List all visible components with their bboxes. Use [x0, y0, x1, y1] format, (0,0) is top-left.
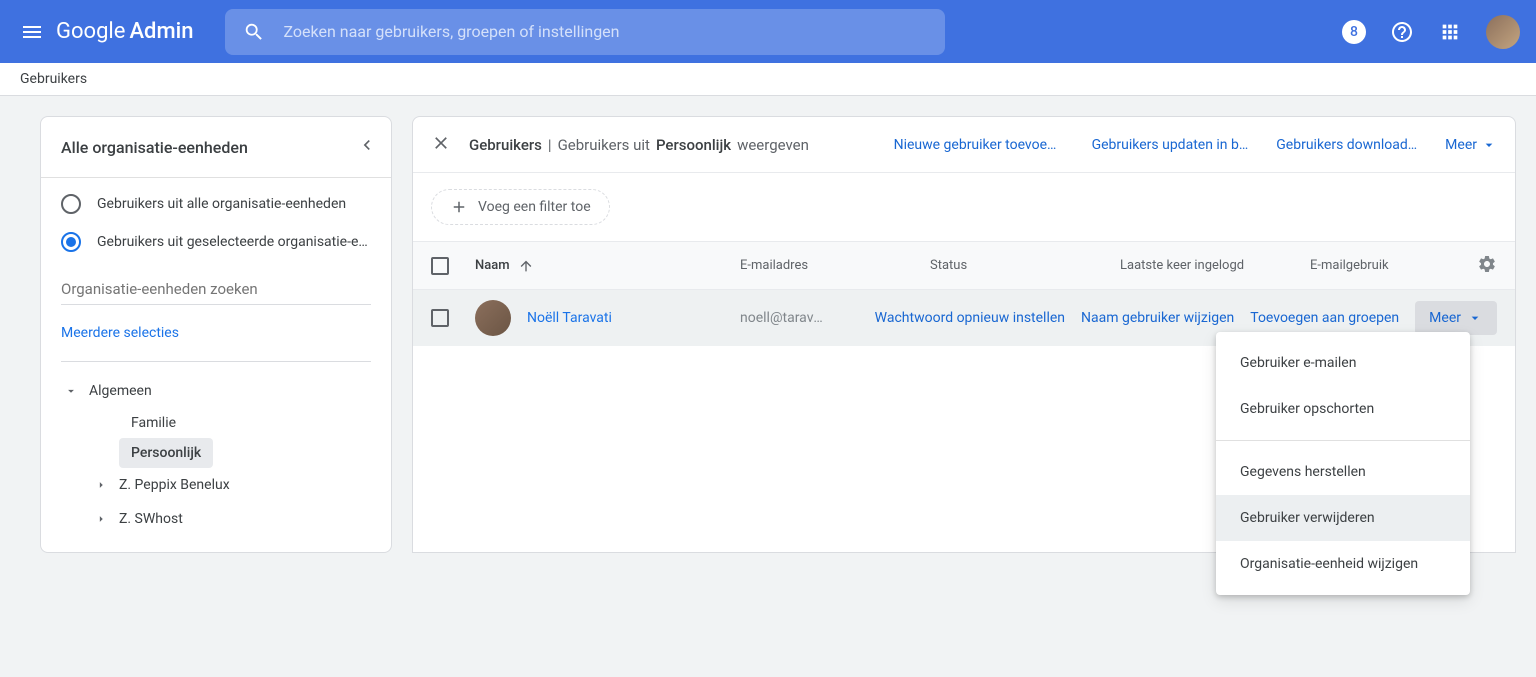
add-to-groups-link[interactable]: Toevoegen aan groepen [1250, 310, 1399, 326]
table-header: Naam E-mailadres Status Laatste keer ing… [413, 242, 1515, 290]
user-avatar [475, 300, 511, 336]
tree-item-label: Z. SWhost [119, 511, 183, 527]
search-icon [243, 21, 265, 43]
caret-down-icon [1481, 137, 1497, 153]
dropdown-restore-data[interactable]: Gegevens herstellen [1216, 449, 1470, 495]
close-icon [431, 133, 451, 153]
collapse-sidebar-button[interactable] [357, 135, 377, 159]
tree-item-familie[interactable]: Familie [61, 408, 371, 438]
notifications-badge[interactable]: 8 [1334, 12, 1374, 52]
breadcrumb-bar: Gebruikers [0, 63, 1536, 96]
radio-icon [61, 194, 81, 214]
menu-icon [20, 20, 44, 44]
select-all-checkbox[interactable] [431, 257, 449, 275]
dropdown-separator [1216, 440, 1470, 441]
caret-right-icon [94, 478, 108, 492]
radio-selected-orgs[interactable]: Gebruikers uit geselecteerde organisatie… [61, 232, 371, 252]
rename-user-link[interactable]: Naam gebruiker wijzigen [1081, 310, 1234, 326]
sidebar-title: Alle organisatie-eenheden [61, 138, 248, 157]
tree-root-algemeen[interactable]: Algemeen [61, 374, 371, 408]
plus-icon [450, 198, 468, 216]
search-input[interactable] [283, 22, 927, 41]
user-more-dropdown: Gebruiker e-mailen Gebruiker opschorten … [1216, 332, 1470, 595]
dropdown-email-user[interactable]: Gebruiker e-mailen [1216, 340, 1470, 386]
help-button[interactable] [1382, 12, 1422, 52]
help-icon [1390, 20, 1414, 44]
apps-icon [1439, 21, 1461, 43]
divider [61, 361, 371, 362]
radio-all-label: Gebruikers uit alle organisatie-eenheden [97, 196, 346, 212]
reset-password-link[interactable]: Wachtwoord opnieuw instellen [875, 310, 1065, 326]
top-header: Google Admin 8 [0, 0, 1536, 63]
column-email[interactable]: E-mailadres [740, 258, 930, 273]
dropdown-change-org[interactable]: Organisatie-eenheid wijzigen [1216, 541, 1470, 587]
dropdown-suspend-user[interactable]: Gebruiker opschorten [1216, 386, 1470, 432]
row-more-button[interactable]: Meer [1415, 301, 1497, 335]
column-last-login[interactable]: Laatste keer ingelogd [1120, 258, 1310, 273]
column-status[interactable]: Status [930, 258, 1120, 273]
row-checkbox[interactable] [431, 309, 449, 327]
dropdown-delete-user[interactable]: Gebruiker verwijderen [1216, 495, 1470, 541]
logo-admin: Admin [129, 19, 193, 44]
tree-root-label: Algemeen [89, 383, 152, 399]
caret-down-icon [1467, 310, 1483, 326]
org-search-input[interactable] [61, 274, 371, 305]
product-logo: Google Admin [56, 19, 193, 44]
filter-bar: Voeg een filter toe [413, 173, 1515, 242]
column-email-usage[interactable]: E-mailgebruik [1310, 258, 1440, 273]
download-users-link[interactable]: Gebruikers download… [1276, 137, 1417, 153]
sort-arrow-up-icon [518, 258, 534, 274]
tree-item-label: Z. Peppix Benelux [119, 477, 230, 493]
close-button[interactable] [431, 133, 451, 157]
panel-header: Gebruikers | Gebruikers uit Persoonlijk … [413, 117, 1515, 173]
bulk-update-link[interactable]: Gebruikers updaten in b… [1092, 137, 1249, 153]
breadcrumb-current: Gebruikers [20, 71, 87, 87]
more-actions-button[interactable]: Meer [1445, 137, 1497, 153]
gear-icon [1477, 254, 1497, 274]
radio-selected-label: Gebruikers uit geselecteerde organisatie… [97, 234, 371, 250]
hamburger-menu-button[interactable] [16, 16, 48, 48]
tree-item-swhost[interactable]: Z. SWhost [61, 502, 371, 536]
user-email: noell@taravati [740, 310, 828, 326]
tree-item-persoonlijk[interactable]: Persoonlijk [61, 438, 371, 468]
search-bar[interactable] [225, 9, 945, 55]
column-name[interactable]: Naam [471, 258, 740, 274]
logo-google: Google [56, 19, 125, 44]
panel-title: Gebruikers | Gebruikers uit Persoonlijk … [469, 136, 809, 154]
radio-icon-checked [61, 232, 81, 252]
caret-right-icon [94, 512, 108, 526]
tree-item-peppix[interactable]: Z. Peppix Benelux [61, 468, 371, 502]
account-avatar[interactable] [1486, 15, 1520, 49]
user-name[interactable]: Noëll Taravati [527, 310, 612, 326]
apps-launcher-button[interactable] [1430, 12, 1470, 52]
new-user-link[interactable]: Nieuwe gebruiker toevoeg… [894, 137, 1064, 153]
chevron-left-icon [357, 135, 377, 155]
caret-down-icon [64, 384, 78, 398]
radio-all-orgs[interactable]: Gebruikers uit alle organisatie-eenheden [61, 194, 371, 214]
org-sidebar: Alle organisatie-eenheden Gebruikers uit… [40, 116, 392, 553]
multi-select-link[interactable]: Meerdere selecties [61, 325, 371, 341]
add-filter-button[interactable]: Voeg een filter toe [431, 189, 610, 225]
table-settings-button[interactable] [1477, 254, 1497, 278]
badge-count: 8 [1342, 20, 1366, 44]
